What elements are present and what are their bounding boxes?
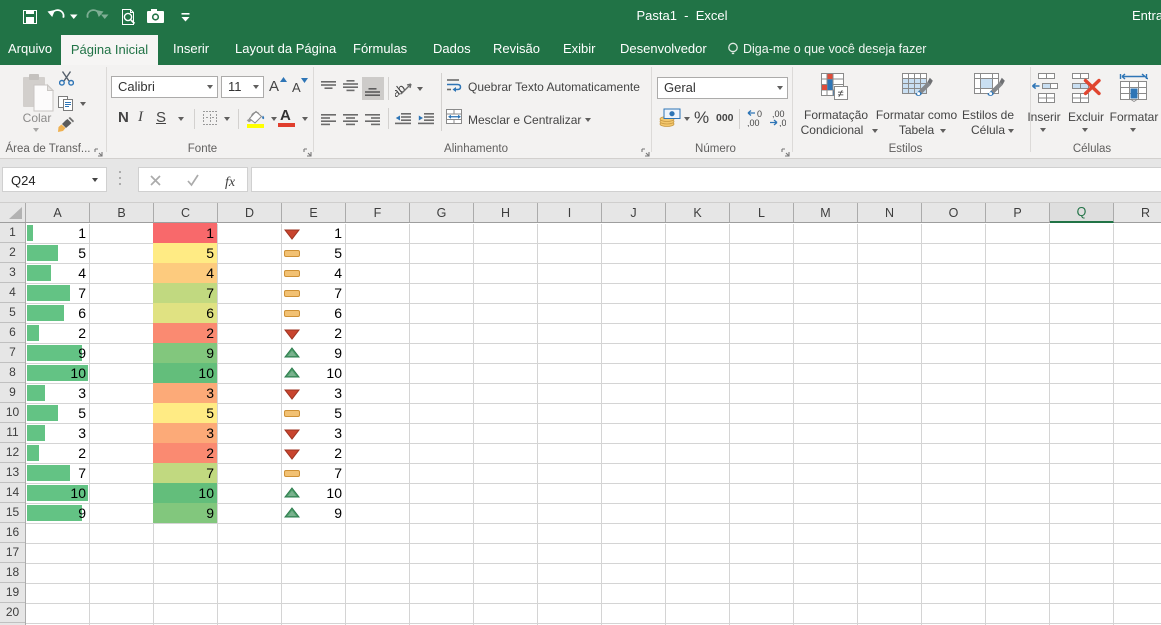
svg-text:,0: ,0	[779, 118, 786, 127]
svg-text:≠: ≠	[838, 88, 844, 100]
svg-text:,00: ,00	[747, 118, 760, 127]
svg-text:fx: fx	[225, 175, 236, 189]
